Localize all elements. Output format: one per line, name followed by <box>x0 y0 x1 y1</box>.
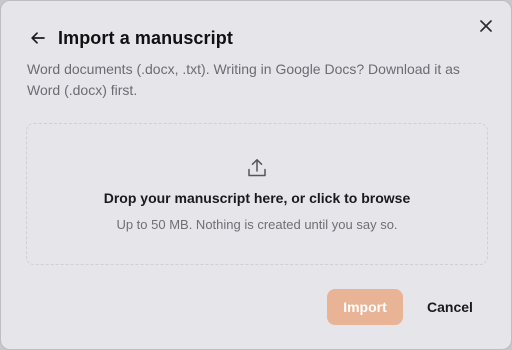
close-icon <box>480 20 492 32</box>
dropzone-secondary-text: Up to 50 MB. Nothing is created until yo… <box>116 217 398 232</box>
back-button[interactable] <box>27 27 49 49</box>
upload-icon <box>245 156 269 180</box>
import-manuscript-dialog: Import a manuscript Word documents (.doc… <box>0 0 512 350</box>
arrow-left-icon <box>31 32 45 44</box>
file-dropzone[interactable]: Drop your manuscript here, or click to b… <box>26 123 488 265</box>
import-button[interactable]: Import <box>327 289 403 325</box>
dropzone-primary-text: Drop your manuscript here, or click to b… <box>103 190 411 206</box>
dialog-header: Import a manuscript <box>27 27 233 49</box>
dialog-description: Word documents (.docx, .txt). Writing in… <box>27 61 460 98</box>
close-button[interactable] <box>475 15 497 37</box>
dialog-title: Import a manuscript <box>58 27 233 48</box>
cancel-button[interactable]: Cancel <box>415 289 485 325</box>
